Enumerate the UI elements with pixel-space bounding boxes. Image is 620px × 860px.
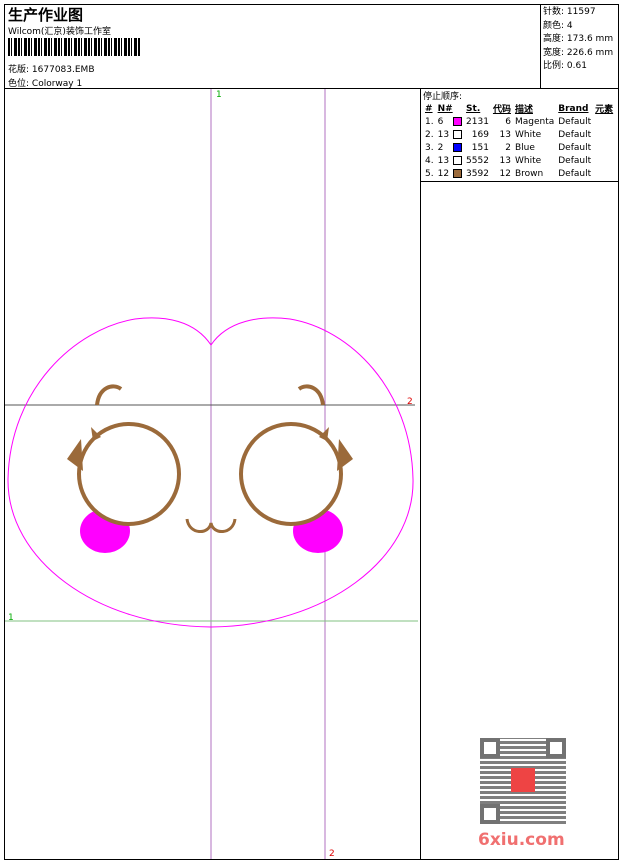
stitch-count: 151	[471, 142, 489, 153]
info-row: 高度: 173.6 mm	[543, 33, 617, 47]
guide-label-v1: 1	[216, 90, 222, 100]
table-row: 5. 12 3592 12 Brown Default	[423, 167, 615, 180]
color-swatch-cell	[451, 115, 464, 128]
watermark-logo: 6xiu.com	[478, 830, 565, 850]
color-swatch-cell	[451, 167, 464, 180]
element	[593, 115, 615, 128]
colorway: 色位: Colorway 1	[8, 76, 82, 89]
brand: Default	[558, 155, 592, 166]
needle-number: 6	[437, 116, 444, 127]
design-file-value: 1677083.EMB	[31, 65, 95, 75]
left-eyebrow	[95, 384, 123, 406]
info-label: 颜色:	[543, 20, 565, 31]
needle-number: 12	[437, 168, 450, 179]
info-row: 宽度: 226.6 mm	[543, 47, 617, 61]
guide-label-h1: 1	[8, 613, 14, 623]
row-index: 1.	[425, 116, 434, 127]
color-description: Blue	[514, 142, 535, 153]
info-label: 比例:	[543, 61, 565, 71]
color-description: Magenta	[514, 116, 555, 127]
needle-number: 13	[437, 155, 450, 166]
color-code: 13	[499, 155, 511, 166]
info-label: 高度:	[543, 34, 565, 44]
info-label: 针数:	[543, 7, 565, 17]
needle-number: 2	[437, 142, 444, 153]
color-swatch	[453, 129, 463, 139]
element	[593, 128, 615, 141]
color-swatch	[453, 116, 463, 126]
column-header: Brand	[558, 103, 589, 114]
info-value: 226.6 mm	[566, 47, 614, 58]
color-swatch-cell	[451, 128, 464, 141]
stitch-count: 2131	[466, 116, 489, 127]
color-description: Brown	[514, 168, 544, 179]
color-swatch-cell	[451, 141, 464, 154]
table-row: 3. 2 151 2 Blue Default	[423, 141, 615, 154]
design-info: 针数: 11597 颜色: 4 高度: 173.6 mm 宽度: 226.6 mm 比例…	[540, 4, 619, 89]
element	[593, 141, 615, 154]
divider	[420, 182, 421, 860]
color-code: 2	[505, 142, 511, 153]
element	[593, 154, 615, 167]
design-canvas: 1 2 1 2	[5, 89, 418, 859]
info-row: 针数: 11597	[543, 6, 617, 20]
color-swatch-cell	[451, 154, 464, 167]
color-description: White	[514, 155, 542, 166]
row-index: 3.	[425, 142, 434, 153]
column-header: 描述	[514, 105, 533, 115]
info-value: 4	[566, 20, 573, 31]
guide-label-v2: 2	[329, 849, 335, 859]
column-header: St.	[466, 103, 481, 114]
info-value: 0.61	[566, 61, 587, 71]
info-label: 宽度:	[543, 47, 565, 58]
stop-sequence-panel: 停止顺序: # N# St. 代码 描述 Brand 元素 1. 6 2131 6 Magenta De…	[420, 88, 619, 182]
column-header: 代码	[492, 105, 511, 115]
watermark-seal	[511, 768, 535, 792]
info-row: 颜色: 4	[543, 20, 617, 34]
colorway-value: Colorway 1	[31, 79, 83, 89]
table-row: 2. 13 169 13 White Default	[423, 128, 615, 141]
stitch-count: 5552	[466, 155, 489, 166]
row-index: 4.	[425, 155, 434, 166]
needle-number: 13	[437, 129, 450, 140]
brand: Default	[558, 142, 592, 153]
color-swatch	[453, 168, 463, 178]
table-row: 1. 6 2131 6 Magenta Default	[423, 115, 615, 128]
column-header: #	[425, 103, 433, 114]
barcode	[8, 38, 141, 56]
design-file: 花版: 1677083.EMB	[8, 62, 95, 75]
column-header: 元素	[595, 105, 614, 115]
brand: Default	[558, 116, 592, 127]
stitch-count: 169	[471, 129, 489, 140]
info-value: 11597	[566, 7, 596, 17]
color-code: 13	[499, 129, 511, 140]
stop-sequence-title: 停止顺序:	[423, 92, 463, 102]
color-description: White	[514, 129, 542, 140]
table-row: 4. 13 5552 13 White Default	[423, 154, 615, 167]
row-index: 2.	[425, 129, 434, 140]
color-swatch	[453, 155, 463, 165]
design-file-label: 花版:	[8, 65, 30, 75]
color-swatch	[453, 142, 463, 152]
page-title: 生产作业图	[8, 6, 84, 24]
info-value: 173.6 mm	[566, 34, 614, 44]
color-code: 12	[499, 168, 511, 179]
element	[593, 167, 615, 180]
company-name: Wilcom(汇京)装饰工作室	[8, 27, 111, 37]
column-header: N#	[437, 103, 453, 114]
brand: Default	[558, 168, 592, 179]
brand: Default	[558, 129, 592, 140]
color-code: 6	[505, 116, 511, 127]
info-row: 比例: 0.61	[543, 60, 617, 74]
guide-label-h2: 2	[407, 397, 413, 407]
right-eyebrow	[297, 384, 325, 406]
row-index: 5.	[425, 168, 434, 179]
stitch-count: 3592	[466, 168, 489, 179]
stop-sequence-table: # N# St. 代码 描述 Brand 元素 1. 6 2131 6 Magenta Default 2…	[423, 102, 615, 180]
colorway-label: 色位:	[8, 79, 30, 89]
